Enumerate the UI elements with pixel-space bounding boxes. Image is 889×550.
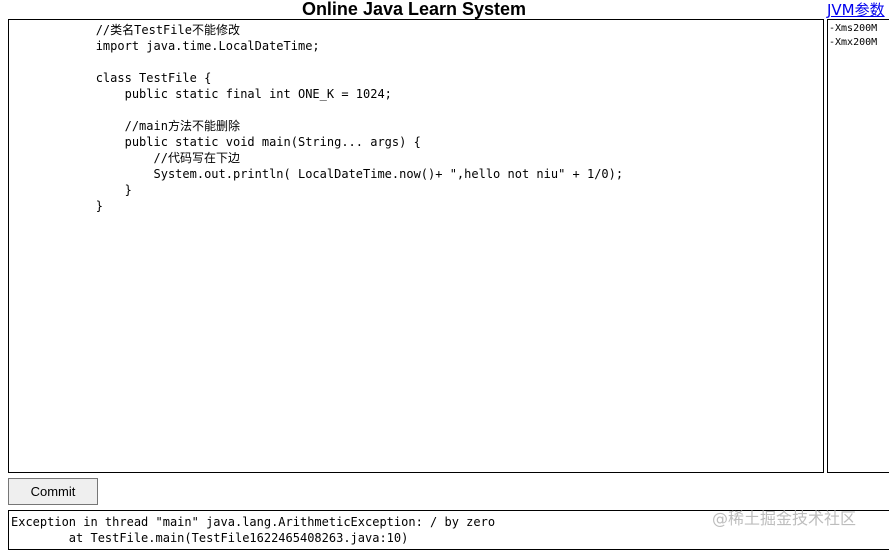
code-editor[interactable]: //类名TestFile不能修改 import java.time.LocalD… — [8, 19, 824, 473]
jvm-params-link[interactable]: JVM参数 — [827, 1, 885, 19]
jvm-params-input[interactable]: -Xms200M -Xmx200M — [827, 19, 889, 473]
commit-button[interactable]: Commit — [8, 478, 98, 505]
output-console[interactable]: Exception in thread "main" java.lang.Ari… — [8, 510, 889, 550]
page-title: Online Java Learn System — [301, 0, 527, 19]
